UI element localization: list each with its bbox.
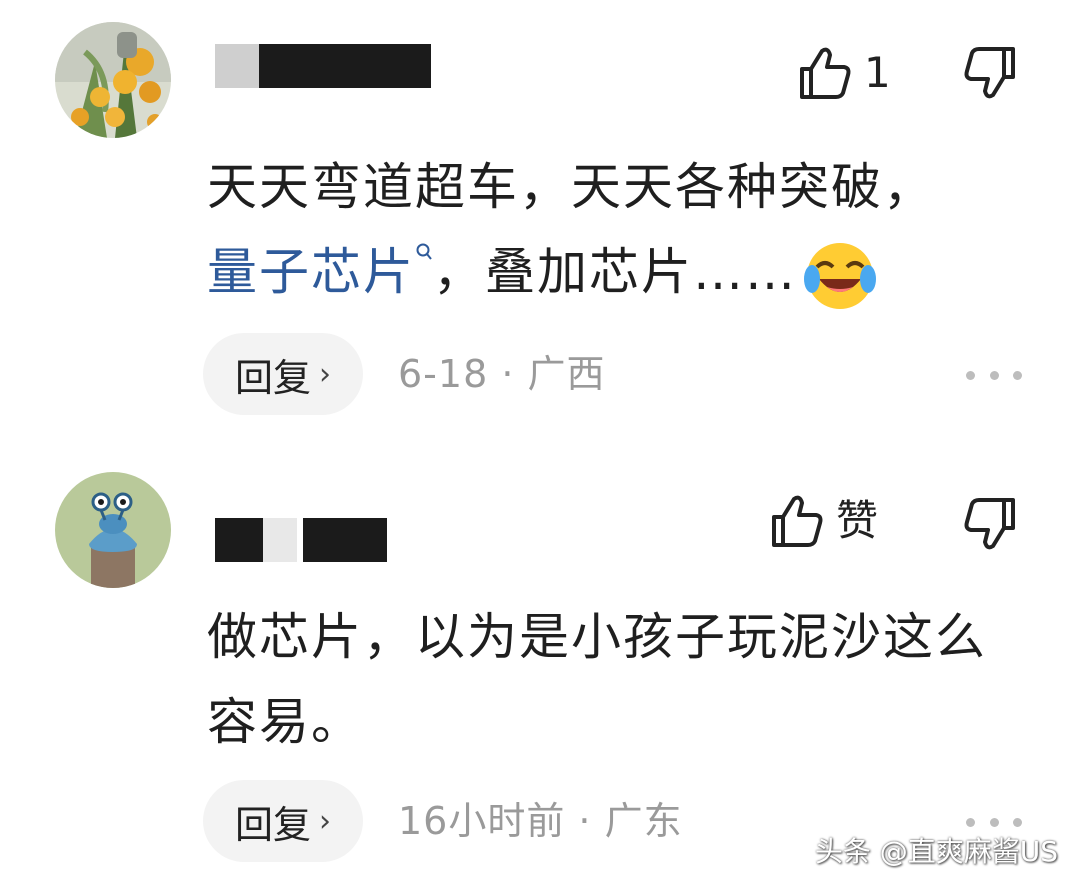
redaction-mask <box>303 518 387 562</box>
dislike-button[interactable] <box>963 496 1017 552</box>
username-redacted[interactable] <box>215 44 431 88</box>
reply-label: 回复 <box>234 355 311 400</box>
redaction-mask <box>215 44 259 88</box>
redaction-mask <box>215 518 263 562</box>
more-icon[interactable] <box>966 815 1022 829</box>
topic-link-label: 量子芯片 <box>207 243 415 301</box>
comment-text-part: ，叠加芯片…… <box>433 243 797 301</box>
chevron-right-icon: › <box>319 803 331 839</box>
avatar-flowers-image <box>55 22 171 138</box>
like-button[interactable]: 1 <box>798 45 891 101</box>
like-button[interactable]: 赞 <box>770 493 878 549</box>
redaction-mask <box>259 44 431 88</box>
reply-button[interactable]: 回复 › <box>203 333 363 415</box>
comment-text: 天天弯道超车，天天各种突破， 量子芯片 ，叠加芯片…… <box>207 145 1027 315</box>
user-avatar[interactable] <box>55 472 171 588</box>
thumbs-up-icon <box>772 495 823 547</box>
laughing-crying-emoji <box>803 239 877 313</box>
comment-item: 赞 做芯片，以为是小孩子玩泥沙这么容易。 回复 › 16小时前 · 广东 <box>0 445 1080 889</box>
more-icon[interactable] <box>966 368 1022 382</box>
comment-text: 做芯片，以为是小孩子玩泥沙这么容易。 <box>207 608 987 751</box>
thumbs-down-icon <box>964 498 1015 550</box>
reply-button[interactable]: 回复 › <box>203 780 363 862</box>
user-avatar[interactable] <box>55 22 171 138</box>
username-redacted[interactable] <box>215 518 387 562</box>
reply-label: 回复 <box>234 802 311 847</box>
comment-item: 1 天天弯道超车，天天各种突破， 量子芯片 ，叠加芯片…… 回复 › 6-18 ·… <box>0 0 1080 445</box>
comment-text-part: 天天弯道超车，天天各种突破， <box>207 158 935 216</box>
thumbs-up-icon <box>800 47 851 99</box>
redaction-mask <box>263 518 297 562</box>
like-label: 赞 <box>836 496 879 545</box>
topic-link[interactable]: 量子芯片 <box>207 243 433 301</box>
dislike-button[interactable] <box>963 45 1017 101</box>
avatar-cartoon-image <box>55 472 171 588</box>
watermark: 头条 @直爽麻酱US <box>814 835 1058 868</box>
comment-meta: 16小时前 · 广东 <box>398 799 683 843</box>
comment-meta: 6-18 · 广西 <box>398 352 606 396</box>
search-icon <box>416 243 432 260</box>
thumbs-down-icon <box>964 47 1015 99</box>
like-count: 1 <box>864 48 891 97</box>
chevron-right-icon: › <box>319 356 331 392</box>
